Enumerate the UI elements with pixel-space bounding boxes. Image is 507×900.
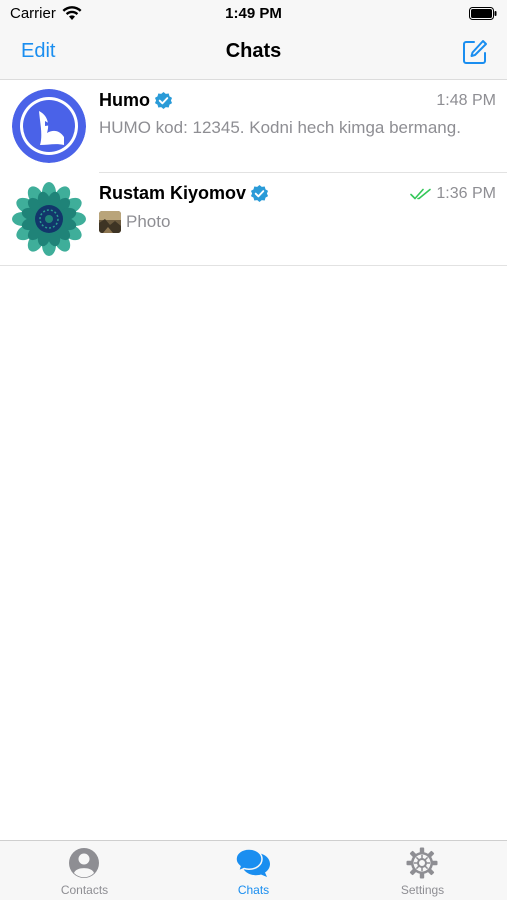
chat-time-label: 1:48 PM — [436, 92, 496, 109]
person-icon — [69, 848, 99, 878]
mandala-avatar — [12, 182, 86, 256]
page-title: Chats — [225, 40, 282, 62]
chat-name-wrap: Rustam Kiyomov — [99, 183, 269, 204]
gear-icon — [406, 847, 438, 879]
compose-icon[interactable] — [462, 39, 488, 65]
chat-list: Humo 1:48 PM HUMO kod: 12345. Kodni hech… — [0, 80, 507, 266]
status-time: 1:49 PM — [225, 5, 282, 22]
preview-text: Photo — [126, 212, 171, 231]
verified-icon — [154, 91, 173, 110]
navigation-bar: Edit Chats — [0, 28, 507, 80]
chat-time: 1:48 PM — [436, 92, 496, 110]
double-check-icon — [410, 188, 432, 200]
chat-name-wrap: Humo — [99, 90, 173, 111]
chat-time: 1:36 PM — [410, 185, 496, 203]
verified-icon — [250, 184, 269, 203]
tab-settings[interactable]: Settings — [338, 841, 507, 900]
chat-preview: Photo — [99, 211, 496, 233]
humo-logo-avatar — [12, 89, 86, 163]
chat-row-humo[interactable]: Humo 1:48 PM HUMO kod: 12345. Kodni hech… — [0, 80, 507, 173]
chat-bubbles-icon — [236, 848, 270, 877]
chat-name: Humo — [99, 90, 150, 110]
chat-time-label: 1:36 PM — [436, 185, 496, 202]
chat-row-rustam-kiyomov[interactable]: Rustam Kiyomov 1:36 PM Photo — [0, 173, 507, 266]
tab-label: Chats — [237, 883, 270, 897]
status-bar: Carrier 1:49 PM — [0, 0, 507, 28]
divider — [0, 265, 507, 266]
battery-icon — [469, 7, 497, 20]
chat-name: Rustam Kiyomov — [99, 183, 247, 203]
tab-label: Contacts — [60, 883, 109, 897]
tab-label: Settings — [400, 883, 445, 897]
photo-thumbnail — [99, 211, 121, 233]
chat-preview: HUMO kod: 12345. Kodni hech kimga berman… — [99, 118, 461, 137]
tab-chats[interactable]: Chats — [169, 841, 338, 900]
tab-bar: Contacts Chats Settings — [0, 840, 507, 900]
tab-contacts[interactable]: Contacts — [0, 841, 169, 900]
